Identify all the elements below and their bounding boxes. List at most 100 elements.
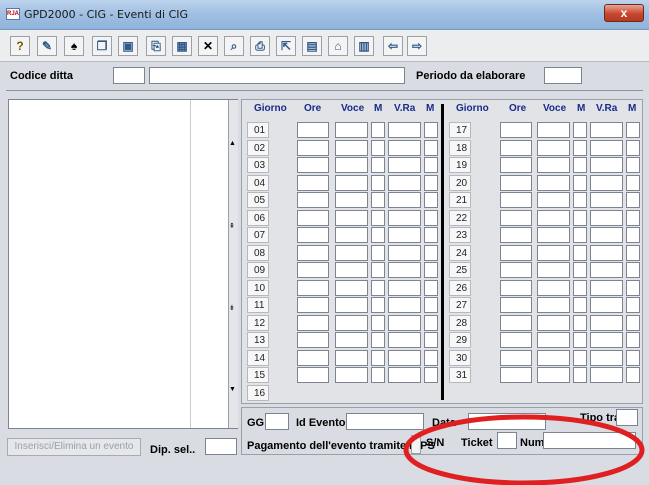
- gg-input[interactable]: [265, 413, 289, 430]
- toolbar-button-delete-x[interactable]: ✕: [198, 36, 218, 56]
- day-26-voce-input[interactable]: [537, 279, 570, 296]
- day-25-voce-input[interactable]: [537, 262, 570, 278]
- day-29-ore-input[interactable]: [500, 332, 532, 348]
- day-15-vra-input[interactable]: [388, 367, 421, 383]
- day-21-m-input[interactable]: [573, 192, 587, 208]
- day-01-m2-input[interactable]: [424, 122, 438, 138]
- day-21-vra-input[interactable]: [590, 192, 623, 208]
- day-31-ore-input[interactable]: [500, 367, 532, 383]
- day-26-vra-input[interactable]: [590, 279, 623, 296]
- day-28-voce-input[interactable]: [537, 314, 570, 331]
- day-19-m-input[interactable]: [573, 157, 587, 173]
- day-13-voce-input[interactable]: [335, 332, 368, 348]
- toolbar-button-grid[interactable]: ▦: [172, 36, 192, 56]
- day-23-m2-input[interactable]: [626, 227, 640, 243]
- day-12-voce-input[interactable]: [335, 314, 368, 331]
- day-17-m2-input[interactable]: [626, 122, 640, 138]
- periodo-input[interactable]: [544, 67, 582, 84]
- day-09-ore-input[interactable]: [297, 262, 329, 278]
- toolbar-button-screen[interactable]: ▣: [118, 36, 138, 56]
- day-08-ore-input[interactable]: [297, 244, 329, 261]
- day-06-m-input[interactable]: [371, 209, 385, 226]
- day-05-vra-input[interactable]: [388, 192, 421, 208]
- day-05-voce-input[interactable]: [335, 192, 368, 208]
- day-01-voce-input[interactable]: [335, 122, 368, 138]
- day-08-voce-input[interactable]: [335, 244, 368, 261]
- day-22-ore-input[interactable]: [500, 209, 532, 226]
- day-13-ore-input[interactable]: [297, 332, 329, 348]
- day-21-voce-input[interactable]: [537, 192, 570, 208]
- day-04-voce-input[interactable]: [335, 174, 368, 191]
- day-11-ore-input[interactable]: [297, 297, 329, 313]
- day-20-ore-input[interactable]: [500, 174, 532, 191]
- day-31-m-input[interactable]: [573, 367, 587, 383]
- day-29-vra-input[interactable]: [590, 332, 623, 348]
- inserisci-elimina-evento-button[interactable]: Inserisci/Elimina un evento: [7, 438, 141, 456]
- day-12-m2-input[interactable]: [424, 314, 438, 331]
- day-18-vra-input[interactable]: [590, 139, 623, 156]
- day-30-m2-input[interactable]: [626, 349, 640, 366]
- toolbar-button-preview[interactable]: ⌕: [224, 36, 244, 56]
- day-02-voce-input[interactable]: [335, 139, 368, 156]
- day-25-m-input[interactable]: [573, 262, 587, 278]
- day-04-m2-input[interactable]: [424, 174, 438, 191]
- day-12-m-input[interactable]: [371, 314, 385, 331]
- day-10-m2-input[interactable]: [424, 279, 438, 296]
- day-27-vra-input[interactable]: [590, 297, 623, 313]
- toolbar-button-export[interactable]: ⇱: [276, 36, 296, 56]
- day-08-vra-input[interactable]: [388, 244, 421, 261]
- day-18-m-input[interactable]: [573, 139, 587, 156]
- day-27-m-input[interactable]: [573, 297, 587, 313]
- toolbar-button-arrow-left[interactable]: ⇦: [383, 36, 403, 56]
- day-21-ore-input[interactable]: [500, 192, 532, 208]
- day-20-m-input[interactable]: [573, 174, 587, 191]
- day-07-m-input[interactable]: [371, 227, 385, 243]
- day-02-vra-input[interactable]: [388, 139, 421, 156]
- scroll-page-up-icon[interactable]: ⇞: [229, 222, 235, 230]
- day-20-m2-input[interactable]: [626, 174, 640, 191]
- day-03-vra-input[interactable]: [388, 157, 421, 173]
- day-29-m-input[interactable]: [573, 332, 587, 348]
- day-05-m-input[interactable]: [371, 192, 385, 208]
- day-02-ore-input[interactable]: [297, 139, 329, 156]
- day-30-vra-input[interactable]: [590, 349, 623, 366]
- day-06-m2-input[interactable]: [424, 209, 438, 226]
- day-29-voce-input[interactable]: [537, 332, 570, 348]
- day-26-ore-input[interactable]: [500, 279, 532, 296]
- day-18-m2-input[interactable]: [626, 139, 640, 156]
- day-31-vra-input[interactable]: [590, 367, 623, 383]
- day-03-m2-input[interactable]: [424, 157, 438, 173]
- day-23-vra-input[interactable]: [590, 227, 623, 243]
- day-05-ore-input[interactable]: [297, 192, 329, 208]
- day-03-ore-input[interactable]: [297, 157, 329, 173]
- day-04-ore-input[interactable]: [297, 174, 329, 191]
- day-26-m2-input[interactable]: [626, 279, 640, 296]
- toolbar-button-copy[interactable]: ❐: [92, 36, 112, 56]
- day-23-ore-input[interactable]: [500, 227, 532, 243]
- day-07-voce-input[interactable]: [335, 227, 368, 243]
- day-09-vra-input[interactable]: [388, 262, 421, 278]
- day-06-ore-input[interactable]: [297, 209, 329, 226]
- day-18-ore-input[interactable]: [500, 139, 532, 156]
- day-30-m-input[interactable]: [573, 349, 587, 366]
- day-14-m-input[interactable]: [371, 349, 385, 366]
- day-08-m2-input[interactable]: [424, 244, 438, 261]
- day-31-m2-input[interactable]: [626, 367, 640, 383]
- day-22-m-input[interactable]: [573, 209, 587, 226]
- codice-ditta-input[interactable]: [113, 67, 145, 84]
- day-09-m2-input[interactable]: [424, 262, 438, 278]
- day-19-ore-input[interactable]: [500, 157, 532, 173]
- list-scrollbar[interactable]: [228, 100, 238, 428]
- day-05-m2-input[interactable]: [424, 192, 438, 208]
- scroll-down-icon[interactable]: ▼: [229, 386, 236, 393]
- day-25-ore-input[interactable]: [500, 262, 532, 278]
- day-15-m2-input[interactable]: [424, 367, 438, 383]
- day-27-ore-input[interactable]: [500, 297, 532, 313]
- day-06-vra-input[interactable]: [388, 209, 421, 226]
- day-21-m2-input[interactable]: [626, 192, 640, 208]
- day-22-voce-input[interactable]: [537, 209, 570, 226]
- day-23-voce-input[interactable]: [537, 227, 570, 243]
- toolbar-button-search-binoculars[interactable]: ♠: [64, 36, 84, 56]
- day-10-vra-input[interactable]: [388, 279, 421, 296]
- toolbar-button-save-folder[interactable]: ▥: [354, 36, 374, 56]
